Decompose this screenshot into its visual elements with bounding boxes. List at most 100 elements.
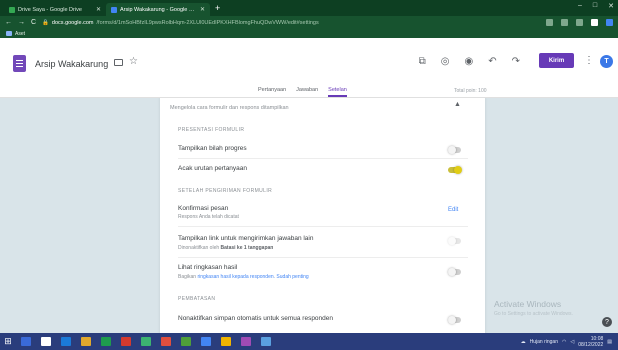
results-summary-link[interactable]: ringkasan hasil kepada responden [197, 274, 273, 280]
another-response-toggle [448, 236, 461, 245]
extensions-area [546, 19, 613, 26]
maximize-icon[interactable]: □ [593, 2, 597, 10]
url-field[interactable]: 🔒 docs.google.com /forms/d/1mSoHBfzIL9pw… [42, 18, 452, 27]
help-icon[interactable]: ? [602, 317, 612, 327]
divider [178, 257, 468, 258]
total-points: Total poin: 100 [454, 88, 487, 94]
tab-settings[interactable]: Setelan [328, 87, 347, 97]
bookmark-folder[interactable]: Aset [15, 31, 25, 37]
taskbar-app-icon[interactable] [21, 337, 31, 346]
addon-icon[interactable]: ⧉ [419, 56, 426, 67]
another-response-note: Dinonaktifkan oleh Batasi ke 1 tanggapan [178, 245, 273, 251]
confirmation-message-text: Respons Anda telah dicatat [178, 214, 239, 220]
url-path: /forms/d/1mSoHBfzIL9pwsRolbHqm-2XLUl0UEd… [96, 19, 319, 26]
taskbar-app-icon[interactable] [221, 337, 231, 346]
taskbar-app-icon[interactable] [161, 337, 171, 346]
progress-bar-toggle[interactable] [448, 145, 461, 154]
activate-windows-subtitle: Go to Settings to activate Windows. [494, 311, 573, 317]
tab-questions[interactable]: Pertanyaan [258, 87, 286, 97]
forward-icon[interactable]: → [18, 19, 25, 26]
move-to-folder-icon[interactable] [114, 59, 123, 66]
section-title-after-submit: Setelah pengiriman formulir [178, 188, 273, 194]
extension-icon[interactable] [546, 19, 553, 26]
disable-autosave-toggle[interactable] [448, 315, 461, 324]
weather-icon: ☁ [520, 338, 526, 345]
taskbar-app-icon[interactable] [141, 337, 151, 346]
activate-windows-title: Activate Windows [494, 299, 562, 309]
note-prefix: Dinonaktifkan oleh [178, 245, 221, 251]
google-forms-logo-icon[interactable] [13, 55, 26, 72]
windows-taskbar: ⊞ ☁ Hujan ringan ◠ ◁ 10:08 08/12/2022 ▤ [0, 333, 618, 350]
volume-icon[interactable]: ◁ [570, 339, 574, 345]
star-bookmark-icon[interactable] [576, 19, 583, 26]
redo-icon[interactable]: ↷ [512, 56, 520, 67]
taskbar-app-icon[interactable] [241, 337, 251, 346]
windows-start-icon[interactable]: ⊞ [0, 333, 16, 350]
section-description: Mengelola cara formulir dan respons dita… [170, 105, 289, 111]
browser-tab-drive[interactable]: Drive Saya - Google Drive ✕ [4, 3, 106, 16]
view-results-label: Lihat ringkasan hasil [178, 264, 238, 271]
divider [178, 158, 468, 159]
chevron-up-icon[interactable]: ▲ [454, 101, 461, 108]
divider [178, 226, 468, 227]
star-icon[interactable]: ☆ [129, 56, 138, 67]
tab-title: Drive Saya - Google Drive [18, 6, 82, 13]
close-tab-icon[interactable]: ✕ [96, 6, 101, 13]
taskbar-app-icon[interactable] [261, 337, 271, 346]
profile-icon[interactable] [606, 19, 613, 26]
presentation-settings-card: Mengelola cara formulir dan respons dita… [160, 98, 485, 333]
close-tab-icon[interactable]: ✕ [200, 6, 205, 13]
learn-more-link[interactable]: Sudah penting [276, 274, 308, 280]
close-window-icon[interactable]: ✕ [608, 2, 614, 10]
back-icon[interactable]: ← [5, 19, 12, 26]
bookmarks-bar: Aset [0, 29, 618, 38]
taskbar-app-icon[interactable] [61, 337, 71, 346]
google-drive-icon [9, 6, 15, 13]
address-bar: ← → C 🔒 docs.google.com /forms/d/1mSoHBf… [0, 16, 618, 29]
note-prefix: Bagikan [178, 274, 198, 280]
date: 08/12/2022 [578, 341, 604, 348]
more-vert-icon[interactable]: ⋮ [584, 55, 594, 66]
undo-icon[interactable]: ↶ [488, 56, 496, 67]
note-bold: Batasi ke 1 tanggapan [220, 245, 274, 251]
browser-tab-forms[interactable]: Arsip Wakakarung - Google Formulir ✕ [106, 3, 210, 16]
taskbar-app-icon[interactable] [121, 337, 131, 346]
taskbar-app-icon[interactable] [181, 337, 191, 346]
send-button[interactable]: Kirim [539, 53, 574, 68]
tab-title: Arsip Wakakarung - Google Formulir [120, 6, 197, 13]
another-response-label: Tampilkan link untuk mengirimkan jawaban… [178, 235, 314, 242]
browser-tab-bar: Drive Saya - Google Drive ✕ Arsip Wakaka… [0, 0, 618, 16]
view-results-toggle[interactable] [448, 267, 461, 276]
shuffle-questions-toggle[interactable] [448, 165, 462, 174]
tab-responses[interactable]: Jawaban [296, 87, 318, 97]
wifi-icon[interactable]: ◠ [562, 339, 566, 345]
avatar[interactable]: T [600, 55, 613, 68]
palette-icon[interactable]: ◎ [441, 56, 450, 67]
new-tab-button[interactable]: + [215, 3, 220, 13]
confirmation-message-label: Konfirmasi pesan [178, 205, 229, 212]
extensions-icon[interactable] [591, 19, 598, 26]
reload-icon[interactable]: C [31, 19, 36, 26]
weather-text[interactable]: Hujan ringan [530, 339, 558, 345]
window-controls: – □ ✕ [578, 2, 614, 10]
taskbar-app-icon[interactable] [81, 337, 91, 346]
system-tray: ☁ Hujan ringan ◠ ◁ 10:08 08/12/2022 ▤ [521, 336, 618, 348]
section-title-form-presentation: Presentasi Formulir [178, 127, 245, 133]
settings-canvas: Mengelola cara formulir dan respons dita… [0, 98, 618, 333]
taskbar-app-icon[interactable] [101, 337, 111, 346]
notifications-icon[interactable]: ▤ [607, 339, 612, 345]
header-actions: ⧉ ◎ ◉ ↶ ↷ [419, 56, 520, 67]
edit-confirmation-link[interactable]: Edit [448, 207, 458, 213]
taskbar-app-icon[interactable] [41, 337, 51, 346]
folder-icon [6, 31, 12, 36]
form-title[interactable]: Arsip Wakakarung [35, 59, 108, 69]
clock[interactable]: 10:08 08/12/2022 [578, 336, 603, 348]
preview-eye-icon[interactable]: ◉ [464, 56, 473, 67]
taskbar-app-icon[interactable] [201, 337, 211, 346]
shuffle-questions-label: Acak urutan pertanyaan [178, 165, 248, 172]
minimize-icon[interactable]: – [578, 2, 582, 10]
section-title-restrictions: Pembatasan [178, 296, 216, 302]
disable-autosave-label: Nonaktifkan simpan otomatis untuk semua … [178, 315, 334, 322]
google-forms-icon [111, 6, 117, 13]
share-icon[interactable] [561, 19, 568, 26]
